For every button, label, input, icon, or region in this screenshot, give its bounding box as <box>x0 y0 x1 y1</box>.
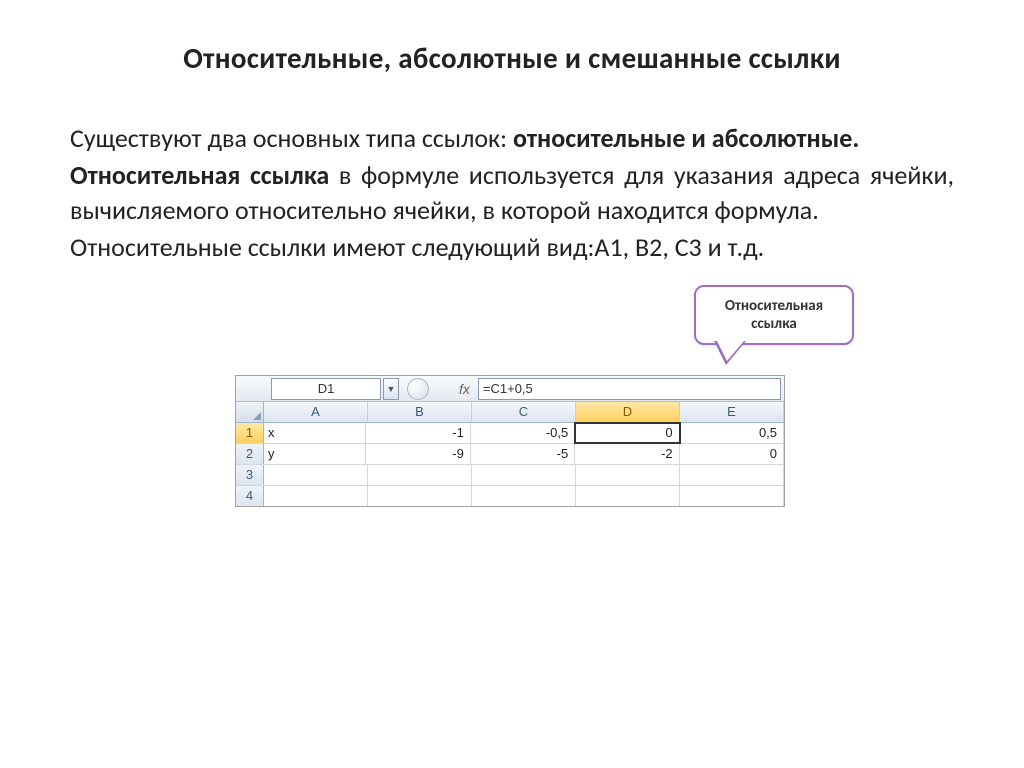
cell-A2[interactable]: y <box>264 444 366 464</box>
paragraph-1: Существуют два основных типа ссылок: отн… <box>70 121 954 156</box>
row-4: 4 <box>236 486 784 506</box>
name-box-dropdown-icon[interactable]: ▼ <box>383 378 399 400</box>
cell-D2[interactable]: -2 <box>575 444 679 464</box>
col-header-C[interactable]: C <box>472 402 576 422</box>
callout-line1: Относительная <box>704 297 844 315</box>
cell-C2[interactable]: -5 <box>471 444 575 464</box>
body-text: Существуют два основных типа ссылок: отн… <box>70 121 954 265</box>
cell-E1[interactable]: 0,5 <box>680 423 784 443</box>
cell-B4[interactable] <box>368 486 472 506</box>
slide-title: Относительные, абсолютные и смешанные сс… <box>70 40 954 76</box>
select-all-corner[interactable] <box>236 402 264 422</box>
row-3: 3 <box>236 465 784 486</box>
cell-C4[interactable] <box>472 486 576 506</box>
p1-text-a: Существуют два основных типа ссылок: <box>70 122 513 154</box>
sheet-grid: A B C D E 1 x -1 -0,5 0 0,5 2 y -9 -5 -2… <box>236 402 784 506</box>
p1-text-b: относительные и абсолютные. <box>513 122 859 154</box>
callout-tail-inner-icon <box>717 341 744 361</box>
cell-B2[interactable]: -9 <box>366 444 470 464</box>
cell-A1[interactable]: x <box>264 423 366 443</box>
formula-bar: D1 ▼ fx =C1+0,5 <box>236 376 784 402</box>
cell-C1[interactable]: -0,5 <box>471 423 575 443</box>
paragraph-2: Относительная ссылка в формуле используе… <box>70 158 954 228</box>
col-header-A[interactable]: A <box>264 402 368 422</box>
name-box[interactable]: D1 <box>271 378 381 400</box>
cell-D3[interactable] <box>576 465 680 485</box>
cell-A3[interactable] <box>264 465 368 485</box>
cell-A4[interactable] <box>264 486 368 506</box>
formula-input[interactable]: =C1+0,5 <box>478 378 781 400</box>
row-header-2[interactable]: 2 <box>236 444 264 464</box>
callout-box: Относительная ссылка <box>694 285 854 345</box>
cell-E2[interactable]: 0 <box>680 444 784 464</box>
figure-area: Относительная ссылка D1 ▼ fx =C1+0,5 A B… <box>70 305 954 535</box>
cell-C3[interactable] <box>472 465 576 485</box>
col-header-E[interactable]: E <box>680 402 784 422</box>
cell-D4[interactable] <box>576 486 680 506</box>
row-header-1[interactable]: 1 <box>236 423 264 443</box>
paragraph-3: Относительные ссылки имеют следующий вид… <box>70 230 954 265</box>
cell-D1[interactable]: 0 <box>575 423 679 443</box>
row-2: 2 y -9 -5 -2 0 <box>236 444 784 465</box>
col-header-D[interactable]: D <box>576 402 680 423</box>
p2-text-a: Относительная ссылка <box>70 159 329 191</box>
callout-line2: ссылка <box>704 315 844 333</box>
cell-B3[interactable] <box>368 465 472 485</box>
row-1: 1 x -1 -0,5 0 0,5 <box>236 423 784 444</box>
row-header-4[interactable]: 4 <box>236 486 264 506</box>
col-header-B[interactable]: B <box>368 402 472 422</box>
row-header-3[interactable]: 3 <box>236 465 264 485</box>
excel-screenshot: D1 ▼ fx =C1+0,5 A B C D E 1 x -1 -0,5 0 … <box>235 375 785 507</box>
cell-B1[interactable]: -1 <box>366 423 470 443</box>
column-header-row: A B C D E <box>236 402 784 423</box>
fx-icon[interactable]: fx <box>459 381 470 397</box>
cell-E4[interactable] <box>680 486 784 506</box>
cell-E3[interactable] <box>680 465 784 485</box>
cancel-edit-button[interactable] <box>407 378 429 400</box>
